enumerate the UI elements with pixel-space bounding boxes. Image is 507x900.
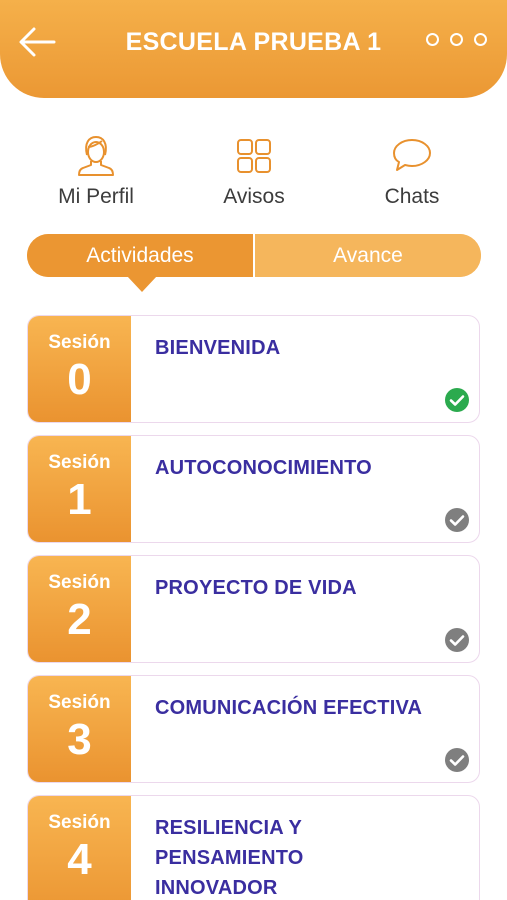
tab-activities[interactable]: Actividades [27,234,253,277]
session-label: Sesión [48,332,111,353]
session-number: 1 [67,475,92,524]
chat-bubble-icon [393,139,431,171]
arrow-left-icon [19,27,56,57]
dot-icon [474,33,487,46]
session-badge: Sesión 3 [28,676,131,782]
tab-bar: Actividades Avance [27,234,481,277]
more-options-button[interactable] [426,33,492,51]
nav-profile-label: Mi Perfil [58,185,134,208]
session-badge: Sesión 2 [28,556,131,662]
nav-notices[interactable]: Avisos [184,135,324,209]
session-number: 0 [67,355,92,404]
check-circle-green-icon [445,388,469,412]
dot-icon [426,33,439,46]
session-badge: Sesión 4 [28,796,131,900]
check-circle-gray-icon [445,628,469,652]
session-card[interactable]: Sesión 0 BIENVENIDA [27,315,480,423]
page-title: ESCUELA PRUEBA 1 [125,28,382,56]
user-profile-icon [78,136,114,176]
session-card[interactable]: Sesión 4 RESILIENCIA Y PENSAMIENTO INNOV… [27,795,480,900]
tab-progress[interactable]: Avance [253,234,481,277]
session-title: PROYECTO DE VIDA [155,577,357,599]
session-card[interactable]: Sesión 1 AUTOCONOCIMIENTO [27,435,480,543]
session-label: Sesión [48,572,111,593]
check-circle-gray-icon [445,508,469,532]
session-title: AUTOCONOCIMIENTO [155,457,372,479]
session-badge: Sesión 0 [28,316,131,422]
session-title: BIENVENIDA [155,337,281,359]
session-title: COMUNICACIÓN EFECTIVA [155,697,423,719]
session-label: Sesión [48,452,111,473]
grid-icon [237,139,271,173]
session-number: 4 [67,835,92,884]
nav-profile[interactable]: Mi Perfil [26,135,166,209]
session-badge: Sesión 1 [28,436,131,542]
session-label: Sesión [48,812,111,833]
check-circle-gray-icon [445,748,469,772]
dot-icon [450,33,463,46]
active-tab-pointer [127,276,157,292]
session-number: 2 [67,595,92,644]
nav-notices-label: Avisos [223,185,285,208]
session-label: Sesión [48,692,111,713]
session-title: RESILIENCIA Y PENSAMIENTO INNOVADOR [155,817,304,899]
session-card[interactable]: Sesión 3 COMUNICACIÓN EFECTIVA [27,675,480,783]
back-button[interactable] [14,22,60,62]
nav-chats-label: Chats [384,185,440,208]
session-card[interactable]: Sesión 2 PROYECTO DE VIDA [27,555,480,663]
nav-chats[interactable]: Chats [342,135,482,209]
session-number: 3 [67,715,92,764]
app-header: ESCUELA PRUEBA 1 [0,0,507,98]
